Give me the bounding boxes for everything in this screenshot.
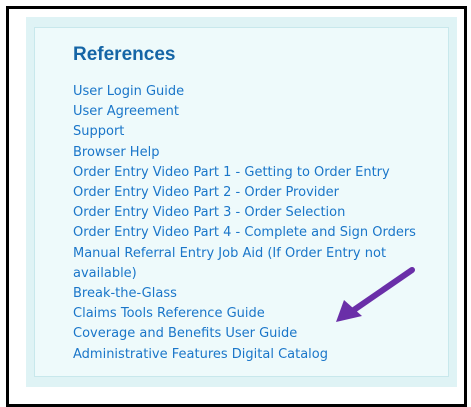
link-administrative-features-digital-catalog[interactable]: Administrative Features Digital Catalog	[73, 345, 433, 365]
link-browser-help[interactable]: Browser Help	[73, 143, 433, 163]
link-order-entry-video-part-1[interactable]: Order Entry Video Part 1 - Getting to Or…	[73, 163, 433, 183]
link-support[interactable]: Support	[73, 122, 433, 142]
link-coverage-and-benefits-user-guide[interactable]: Coverage and Benefits User Guide	[73, 324, 433, 344]
arrow-icon	[336, 267, 415, 322]
link-order-entry-video-part-4[interactable]: Order Entry Video Part 4 - Complete and …	[73, 223, 433, 243]
link-user-agreement[interactable]: User Agreement	[73, 102, 433, 122]
link-order-entry-video-part-3[interactable]: Order Entry Video Part 3 - Order Selecti…	[73, 203, 433, 223]
link-user-login-guide[interactable]: User Login Guide	[73, 82, 433, 102]
link-order-entry-video-part-2[interactable]: Order Entry Video Part 2 - Order Provide…	[73, 183, 433, 203]
references-title: References	[73, 44, 176, 65]
